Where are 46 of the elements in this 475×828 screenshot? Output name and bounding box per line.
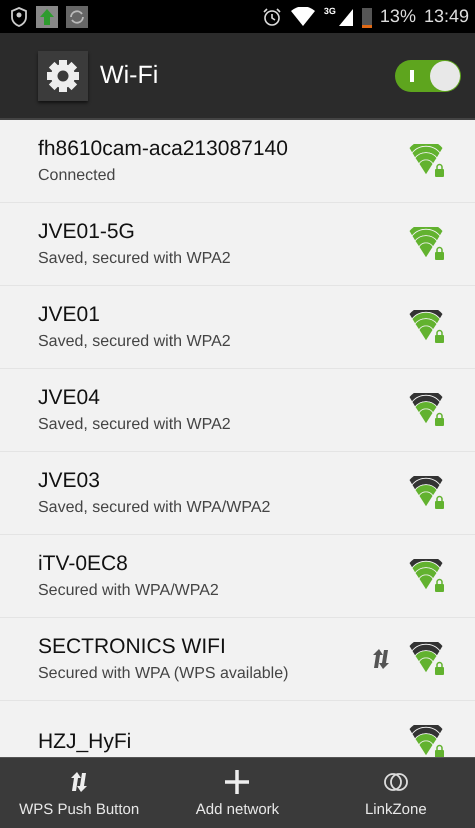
plus-icon <box>224 768 250 794</box>
cell-signal-icon <box>338 6 354 26</box>
network-status: Secured with WPA (WPS available) <box>38 665 290 683</box>
action-button[interactable]: LinkZone <box>316 758 475 828</box>
sync-icon <box>66 6 88 28</box>
battery-icon <box>362 6 372 28</box>
network-row[interactable]: iTV-0EC8 Secured with WPA/WPA2 <box>0 535 475 618</box>
settings-button[interactable] <box>38 50 88 100</box>
wifi-signal-lock-icon <box>407 393 447 427</box>
wifi-signal-lock-icon <box>407 559 447 593</box>
wifi-signal-lock-icon <box>407 310 447 344</box>
network-row[interactable]: JVE01 Saved, secured with WPA2 <box>0 286 475 369</box>
network-type-label: 3G <box>324 6 336 16</box>
wifi-signal-lock-icon <box>407 476 447 510</box>
settings-icon <box>46 58 80 92</box>
clock-time: 13:49 <box>424 6 469 27</box>
network-status: Saved, secured with WPA2 <box>38 250 232 268</box>
network-status: Saved, secured with WPA2 <box>38 416 232 434</box>
network-name: JVE03 <box>38 469 101 493</box>
wifi-toggle[interactable] <box>395 60 461 92</box>
network-row[interactable]: SECTRONICS WIFI Secured with WPA (WPS available) <box>0 618 475 701</box>
network-status: Saved, secured with WPA/WPA2 <box>38 499 272 517</box>
network-row[interactable]: JVE03 Saved, secured with WPA/WPA2 <box>0 452 475 535</box>
network-name: JVE04 <box>38 386 101 410</box>
network-name: JVE01-5G <box>38 220 136 244</box>
network-row[interactable]: JVE01-5G Saved, secured with WPA2 <box>0 203 475 286</box>
network-row[interactable]: fh8610cam-aca213087140 Connected <box>0 120 475 203</box>
network-status: Connected <box>38 167 116 185</box>
screen-title: Wi-Fi <box>100 61 158 90</box>
wifi-signal-lock-icon <box>407 642 447 676</box>
network-name: HZJ_HyFi <box>38 730 132 754</box>
account-shield-icon <box>10 6 28 26</box>
action-button[interactable]: Add network <box>158 758 317 828</box>
alarm-clock-icon <box>262 6 282 26</box>
network-name: fh8610cam-aca213087140 <box>38 137 289 161</box>
battery-percent: 13% <box>380 6 416 27</box>
network-name: SECTRONICS WIFI <box>38 635 227 659</box>
network-status: Secured with WPA/WPA2 <box>38 582 220 600</box>
action-button[interactable]: WPS Push Button <box>0 758 158 828</box>
network-name: JVE01 <box>38 303 101 327</box>
network-name: iTV-0EC8 <box>38 552 129 576</box>
network-status: Saved, secured with WPA2 <box>38 333 232 351</box>
wifi-signal-lock-icon <box>407 227 447 261</box>
wifi-signal-lock-icon <box>407 144 447 178</box>
network-row[interactable]: JVE04 Saved, secured with WPA2 <box>0 369 475 452</box>
wifi-icon <box>290 6 316 26</box>
